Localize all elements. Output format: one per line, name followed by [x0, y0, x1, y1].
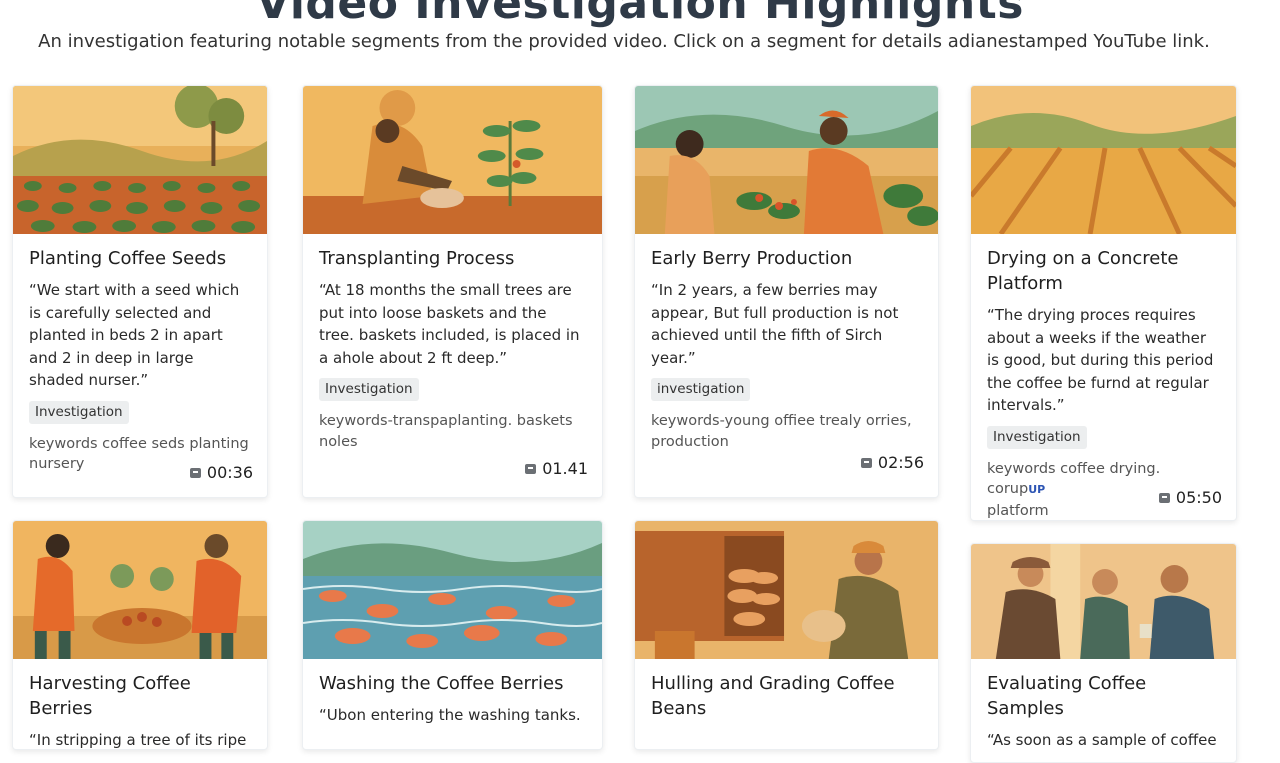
- play-icon: [525, 463, 537, 474]
- thumbnail-drying: [971, 86, 1236, 234]
- segment-card-evaluating[interactable]: Evaluating Coffee Samples “As soon as a …: [970, 543, 1237, 763]
- segment-card-harvesting[interactable]: Harvesting Coffee Berries “In stripping …: [12, 520, 268, 750]
- tag-badge[interactable]: Investigation: [319, 378, 419, 401]
- page-subtitle: An investigation featuring notable segme…: [38, 31, 1210, 52]
- card-title: Early Berry Production: [651, 248, 853, 269]
- timestamp-link[interactable]: 00:36: [189, 463, 253, 482]
- thumbnail-transplanting: [303, 86, 602, 234]
- thumbnail-planting: [13, 86, 267, 234]
- keywords-text-line2: platform: [987, 502, 1049, 519]
- keywords-text: keywords coffee drying. corup: [987, 460, 1161, 498]
- segment-card-transplanting[interactable]: Transplanting Process “At 18 months the …: [302, 85, 603, 498]
- segment-card-drying[interactable]: Drying on a Concrete Platform “The dryin…: [970, 85, 1237, 521]
- card-quote: “Ubon entering the washing tanks.: [319, 706, 581, 724]
- card-quote: “As soon as a sample of coffee: [987, 731, 1217, 749]
- segment-card-washing[interactable]: Washing the Coffee Berries “Ubon enterin…: [302, 520, 603, 750]
- card-quote: “In stripping a tree of its ripe: [29, 731, 247, 749]
- timestamp-label: 05:50: [1175, 488, 1222, 507]
- keywords-badge: UP: [1028, 483, 1046, 496]
- thumbnail-evaluating: [971, 544, 1236, 659]
- timestamp-link[interactable]: 01.41: [525, 459, 588, 478]
- card-title: Evaluating Coffee Samples: [987, 673, 1147, 719]
- card-keywords: keywords-young offiee trealy orries, pro…: [651, 413, 912, 450]
- thumbnail-washing: [303, 521, 602, 659]
- timestamp-link[interactable]: 05:50: [1158, 488, 1222, 507]
- play-icon: [189, 467, 201, 478]
- card-title: Planting Coffee Seeds: [29, 248, 227, 269]
- timestamp-label: 01.41: [542, 459, 588, 478]
- tag-badge[interactable]: Investigation: [987, 425, 1087, 449]
- card-quote: “The drying proces requires about a week…: [987, 306, 1214, 414]
- thumbnail-harvesting: [13, 521, 267, 659]
- card-quote: “At 18 months the small trees are put in…: [319, 281, 580, 367]
- card-keywords: keywords-transpaplanting. baskets noles: [319, 413, 573, 450]
- page-title: Video Investigation Highlights: [256, 0, 1024, 29]
- timestamp-link[interactable]: 02:56: [860, 453, 924, 472]
- card-title: Washing the Coffee Berries: [319, 673, 564, 694]
- play-icon: [860, 457, 872, 468]
- thumbnail-hulling: [635, 521, 938, 659]
- card-title: Hulling and Grading Coffee Beans: [651, 673, 895, 719]
- tag-badge[interactable]: Investigation: [29, 400, 129, 424]
- segment-card-hulling[interactable]: Hulling and Grading Coffee Beans: [634, 520, 939, 750]
- segment-card-planting[interactable]: Planting Coffee Seeds “We start with a s…: [12, 85, 268, 498]
- card-title: Drying on a Concrete Platform: [987, 248, 1179, 294]
- card-title: Transplanting Process: [319, 248, 515, 269]
- segment-card-early-berry[interactable]: Early Berry Production “In 2 years, a fe…: [634, 85, 939, 498]
- thumbnail-early-berry: [635, 86, 938, 234]
- card-quote: “We start with a seed which is carefully…: [29, 281, 240, 389]
- card-quote: “In 2 years, a few berries may appear, B…: [651, 281, 899, 367]
- timestamp-label: 00:36: [206, 463, 253, 482]
- card-title: Harvesting Coffee Berries: [29, 673, 191, 719]
- timestamp-label: 02:56: [877, 453, 924, 472]
- tag-badge[interactable]: investigation: [651, 378, 751, 401]
- play-icon: [1158, 492, 1170, 503]
